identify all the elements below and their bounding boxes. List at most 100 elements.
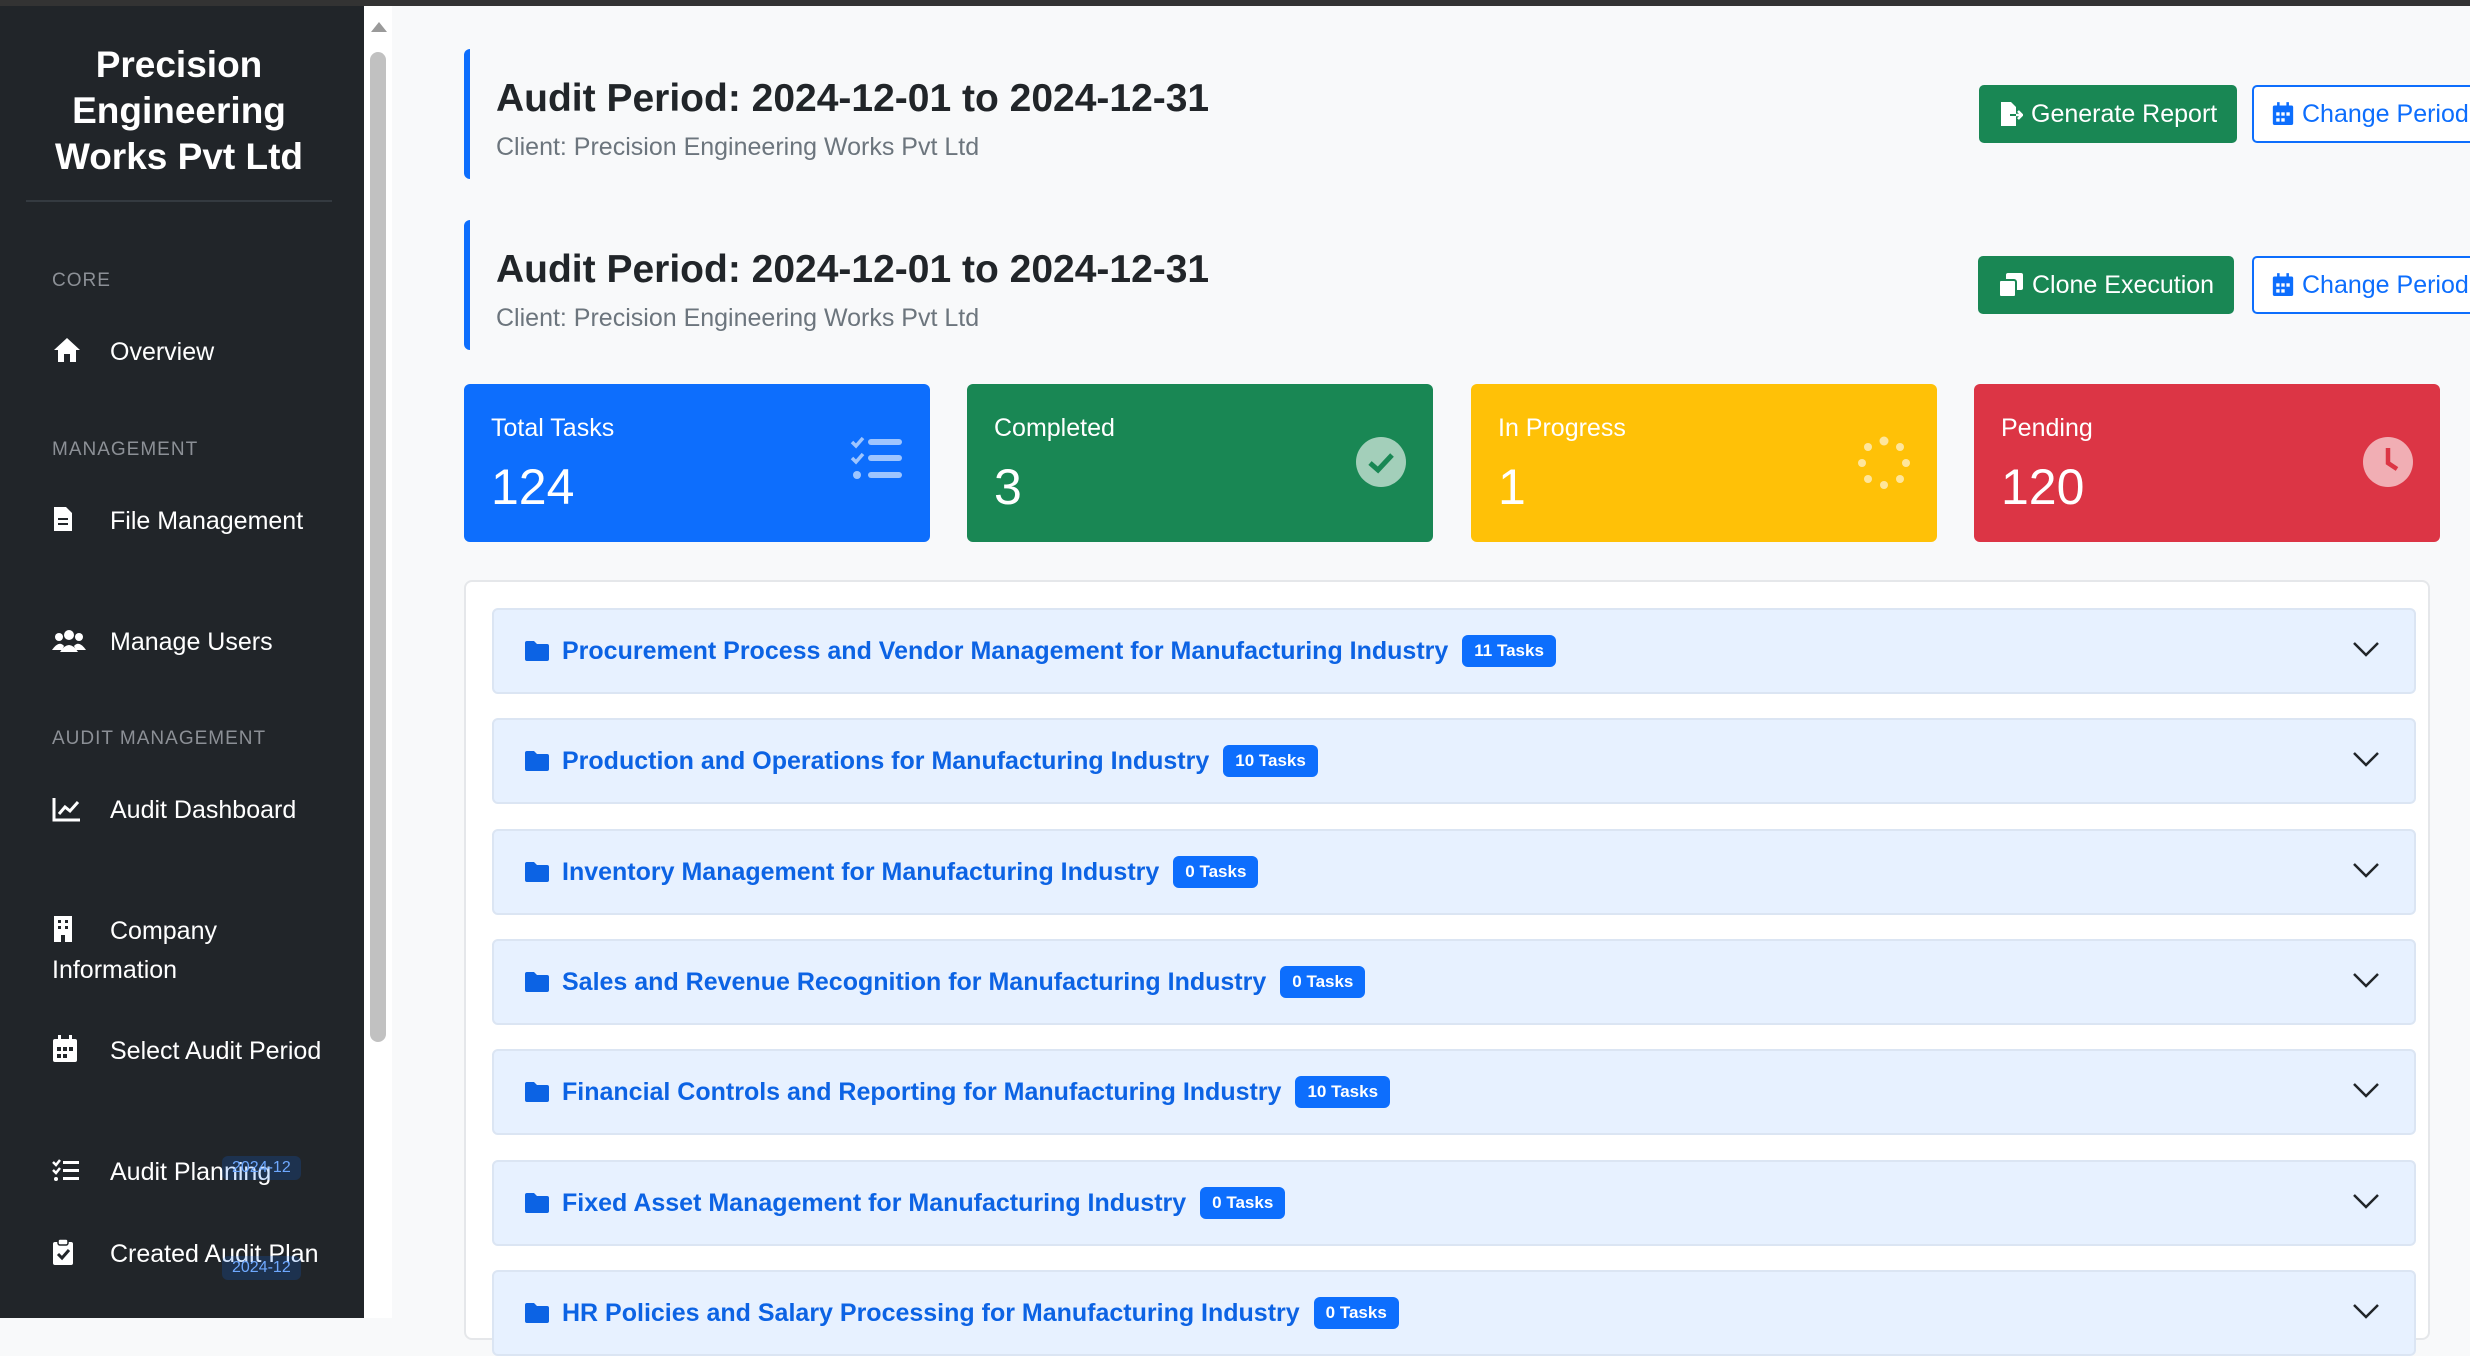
- audit-period-title: Audit Period: 2024-12-01 to 2024-12-31: [496, 248, 1210, 291]
- folder-icon: [525, 1303, 549, 1323]
- main-content: Audit Period: 2024-12-01 to 2024-12-31 C…: [392, 6, 2470, 1356]
- file-export-icon: [2001, 102, 2023, 126]
- sidebar-item-overview[interactable]: Overview: [52, 333, 322, 372]
- client-name: Client: Precision Engineering Works Pvt …: [496, 133, 980, 161]
- audit-period-header-execution: Audit Period: 2024-12-01 to 2024-12-31 C…: [464, 220, 2470, 350]
- brand-name: Precision Engineering Works Pvt Ltd: [26, 42, 332, 202]
- folder-icon: [525, 1082, 549, 1102]
- scroll-up-arrow-icon[interactable]: [371, 22, 387, 32]
- task-categories-panel: Procurement Process and Vendor Managemen…: [464, 580, 2430, 1356]
- audit-period-title: Audit Period: 2024-12-01 to 2024-12-31: [496, 77, 1210, 120]
- folder-icon: [525, 751, 549, 771]
- category-title: Production and Operations for Manufactur…: [562, 746, 1210, 775]
- stat-card-completed: Completed 3: [967, 384, 1433, 542]
- sidebar-item-company-information[interactable]: Company Information: [52, 912, 322, 990]
- stat-label: In Progress: [1498, 414, 1626, 442]
- sidebar-item-audit-dashboard[interactable]: Audit Dashboard: [52, 791, 322, 830]
- sidebar-item-label: Audit Dashboard: [110, 796, 297, 824]
- calendar-icon: [52, 1032, 110, 1071]
- stat-card-in-progress: In Progress 1: [1471, 384, 1937, 542]
- stat-card-pending: Pending 120: [1974, 384, 2440, 542]
- change-period-label: Change Period: [2302, 270, 2469, 299]
- task-count-badge: 0 Tasks: [1200, 1187, 1286, 1219]
- chevron-down-icon: [2353, 973, 2379, 988]
- sidebar-item-manage-users[interactable]: Manage Users: [52, 623, 322, 662]
- folder-icon: [525, 641, 549, 661]
- generate-report-label: Generate Report: [2031, 99, 2218, 128]
- clone-execution-button[interactable]: Clone Execution: [1978, 256, 2235, 314]
- category-title: Financial Controls and Reporting for Man…: [562, 1077, 1282, 1106]
- sidebar-item-label: Manage Users: [110, 628, 273, 656]
- clone-execution-label: Clone Execution: [2032, 270, 2215, 299]
- sidebar: Precision Engineering Works Pvt Ltd CORE…: [0, 6, 364, 1318]
- category-title: Inventory Management for Manufacturing I…: [562, 857, 1160, 886]
- sidebar-item-select-audit-period[interactable]: Select Audit Period: [52, 1032, 322, 1071]
- clock-icon: [2363, 437, 2413, 487]
- client-name: Client: Precision Engineering Works Pvt …: [496, 304, 980, 332]
- building-icon: [52, 912, 110, 951]
- audit-planning-period-badge: 2024-12: [222, 1156, 301, 1180]
- category-title: HR Policies and Salary Processing for Ma…: [562, 1298, 1300, 1327]
- section-heading-audit-management: AUDIT MANAGEMENT: [52, 728, 267, 749]
- section-heading-management: MANAGEMENT: [52, 439, 199, 460]
- stat-value: 124: [491, 459, 575, 515]
- accordion-item[interactable]: Financial Controls and Reporting for Man…: [492, 1049, 2416, 1135]
- sidebar-item-label: Select Audit Period: [110, 1037, 322, 1065]
- task-count-badge: 0 Tasks: [1313, 1297, 1399, 1329]
- file-icon: [52, 502, 110, 541]
- change-period-button[interactable]: Change Period: [2252, 85, 2470, 143]
- section-heading-core: CORE: [52, 270, 111, 291]
- stat-label: Completed: [994, 414, 1115, 442]
- check-circle-icon: [1356, 437, 1406, 487]
- change-period-label: Change Period: [2302, 99, 2469, 128]
- accordion-item[interactable]: Procurement Process and Vendor Managemen…: [492, 608, 2416, 694]
- chevron-down-icon: [2353, 752, 2379, 767]
- scrollbar-thumb[interactable]: [370, 52, 386, 1042]
- home-icon: [52, 333, 110, 372]
- sidebar-item-label: File Management: [110, 507, 304, 535]
- chevron-down-icon: [2353, 642, 2379, 657]
- calendar-icon: [2272, 273, 2294, 296]
- users-icon: [52, 623, 110, 662]
- task-count-badge: 10 Tasks: [1295, 1076, 1391, 1108]
- calendar-icon: [2272, 102, 2294, 125]
- chevron-down-icon: [2353, 863, 2379, 878]
- spinner-icon: [1858, 436, 1910, 489]
- accordion-item[interactable]: Inventory Management for Manufacturing I…: [492, 829, 2416, 915]
- chevron-down-icon: [2353, 1304, 2379, 1319]
- chevron-down-icon: [2353, 1194, 2379, 1209]
- accordion-item[interactable]: Production and Operations for Manufactur…: [492, 718, 2416, 804]
- stat-card-total-tasks: Total Tasks 124: [464, 384, 930, 542]
- accordion-item[interactable]: Sales and Revenue Recognition for Manufa…: [492, 939, 2416, 1025]
- folder-icon: [525, 862, 549, 882]
- generate-report-button[interactable]: Generate Report: [1979, 85, 2238, 143]
- stat-label: Total Tasks: [491, 414, 615, 442]
- change-period-button[interactable]: Change Period: [2252, 256, 2470, 314]
- sidebar-item-label: Overview: [110, 338, 215, 366]
- stat-label: Pending: [2001, 414, 2093, 442]
- category-title: Fixed Asset Management for Manufacturing…: [562, 1188, 1187, 1217]
- stat-value: 120: [2001, 459, 2085, 515]
- audit-period-header: Audit Period: 2024-12-01 to 2024-12-31 C…: [464, 49, 2470, 179]
- accordion-item[interactable]: HR Policies and Salary Processing for Ma…: [492, 1270, 2416, 1356]
- clipboard-check-icon: [52, 1235, 110, 1274]
- stat-value: 3: [994, 459, 1022, 515]
- task-count-badge: 11 Tasks: [1462, 635, 1556, 667]
- tasks-icon: [850, 436, 902, 479]
- accordion-item[interactable]: Fixed Asset Management for Manufacturing…: [492, 1160, 2416, 1246]
- sidebar-scrollbar[interactable]: [364, 6, 392, 1318]
- task-count-badge: 10 Tasks: [1223, 745, 1318, 777]
- task-count-badge: 0 Tasks: [1280, 966, 1366, 998]
- folder-icon: [525, 1193, 549, 1213]
- sidebar-item-file-management[interactable]: File Management: [52, 502, 322, 541]
- stat-value: 1: [1498, 459, 1526, 515]
- clone-icon: [1998, 273, 2023, 298]
- category-title: Sales and Revenue Recognition for Manufa…: [562, 967, 1267, 996]
- chart-line-icon: [52, 791, 110, 830]
- list-check-icon: [52, 1153, 110, 1192]
- category-title: Procurement Process and Vendor Managemen…: [562, 636, 1449, 665]
- folder-icon: [525, 972, 549, 992]
- created-audit-plan-period-badge: 2024-12: [222, 1256, 301, 1280]
- chevron-down-icon: [2353, 1083, 2379, 1098]
- task-count-badge: 0 Tasks: [1173, 856, 1259, 888]
